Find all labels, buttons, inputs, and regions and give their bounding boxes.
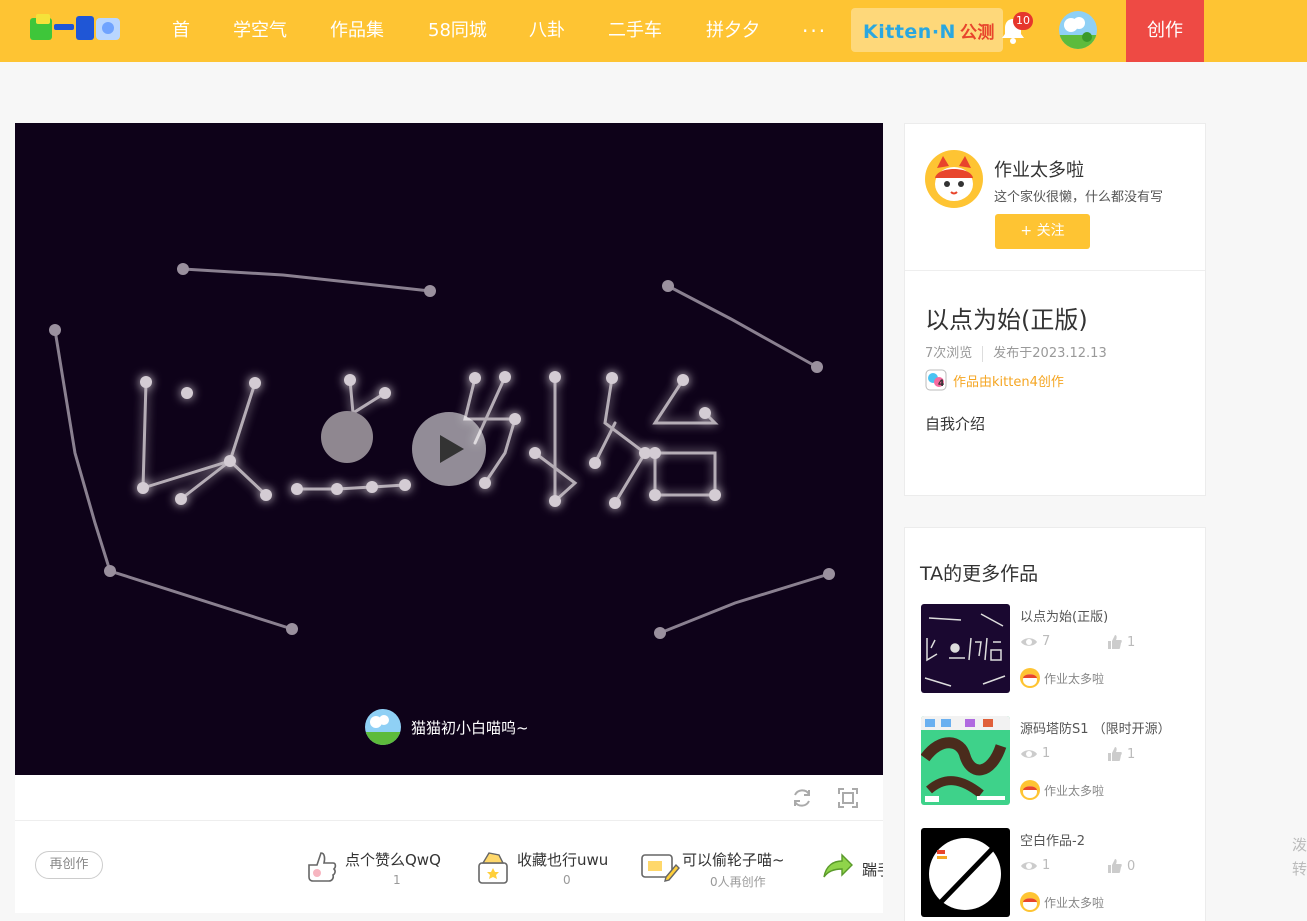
thumb-up-icon: [1108, 635, 1122, 649]
share-button[interactable]: 踹手手: [820, 845, 883, 895]
player-author-avatar: [365, 709, 401, 745]
work-title: 以点为始(正版): [925, 306, 1088, 334]
floating-side-tab[interactable]: 泼转: [1292, 833, 1307, 881]
kitten-n-banner[interactable]: Kitten·N 公测: [851, 8, 1003, 52]
fork-button[interactable]: 可以偷轮子喵~ 0人再创作: [640, 845, 810, 895]
thumb-up-icon: [1108, 859, 1122, 873]
made-with-kitten4[interactable]: 4 作品由kitten4创作: [925, 369, 1064, 391]
collect-label: 收藏也行uwu: [517, 851, 609, 869]
nav-more-button[interactable]: ···: [802, 0, 827, 62]
user-avatar[interactable]: [1059, 11, 1097, 49]
create-button[interactable]: 创作: [1126, 0, 1204, 62]
intro-heading: 自我介绍: [925, 415, 986, 433]
work-likes: 1: [1107, 746, 1135, 762]
share-icon: [820, 847, 856, 887]
like-icon: [303, 847, 339, 887]
top-nav: 首 学空气 作品集 58同城 八卦 二手车 拼夕夕 ··· Kitten·N 公测…: [0, 0, 1307, 62]
work-author-avatar: [1020, 668, 1040, 688]
play-icon: [440, 435, 464, 463]
work-name: 以点为始(正版): [1020, 610, 1109, 625]
publish-date: 发布于2023.12.13: [993, 346, 1107, 361]
nav-item-gossip[interactable]: 八卦: [529, 0, 565, 62]
nav-item-58city[interactable]: 58同城: [428, 0, 487, 62]
remake-button[interactable]: 再创作: [35, 851, 103, 879]
author-avatar[interactable]: [925, 150, 983, 208]
author-info-card: 作业太多啦 这个家伙很懒，什么都没有写 + 关注 以点为始(正版) 7次浏览 发布…: [904, 123, 1206, 496]
share-label: 踹手手: [862, 861, 883, 879]
work-likes: 0: [1107, 858, 1135, 874]
player-author-name: 猫猫初小白喵呜~: [411, 718, 529, 737]
like-count: 1: [393, 873, 401, 887]
kitten-n-label: Kitten·N 公测: [863, 21, 995, 43]
fullscreen-icon[interactable]: [837, 787, 859, 809]
notification-badge: 10: [1013, 12, 1033, 30]
work-player[interactable]: 猫猫初小白喵呜~: [15, 123, 883, 775]
work-thumbnail: [921, 828, 1010, 917]
fork-label: 可以偷轮子喵~: [682, 851, 785, 869]
work-views: 7: [1020, 634, 1050, 649]
eye-icon: [1021, 749, 1037, 758]
more-work-item[interactable]: 以点为始(正版) 7 1 作业太多啦: [921, 604, 1201, 694]
like-button[interactable]: 点个赞么QwQ 1: [303, 845, 463, 895]
nav-item-works[interactable]: 作品集: [330, 0, 384, 62]
like-label: 点个赞么QwQ: [345, 851, 441, 869]
work-meta: 7次浏览 发布于2023.12.13: [925, 342, 1107, 362]
work-author-avatar: [1020, 892, 1040, 912]
nav-item-pinxixi[interactable]: 拼夕夕: [706, 0, 760, 62]
follow-button[interactable]: + 关注: [995, 214, 1090, 249]
work-author: 作业太多啦: [1020, 780, 1104, 800]
fork-icon: [640, 847, 680, 887]
nav-item-learn[interactable]: 学空气: [233, 0, 287, 62]
view-count: 7次浏览: [925, 346, 973, 361]
work-actions-bar: 再创作 点个赞么QwQ 1 收藏也行uwu 0 可以偷轮子喵~ 0人再创作 踹: [15, 821, 883, 913]
play-button[interactable]: [412, 412, 486, 486]
eye-icon: [1021, 861, 1037, 870]
more-works-title: TA的更多作品: [920, 563, 1039, 585]
author-name[interactable]: 作业太多啦: [994, 156, 1084, 182]
nav-item-home[interactable]: 首: [172, 0, 190, 62]
restart-icon[interactable]: [791, 787, 813, 809]
kitten4-icon: 4: [925, 369, 947, 391]
more-work-item[interactable]: 空白作品-2 1 0 作业太多啦: [921, 828, 1201, 918]
work-views: 1: [1020, 858, 1050, 873]
work-name: 源码塔防S1 （限时开源）: [1020, 722, 1171, 737]
site-logo[interactable]: [28, 12, 126, 46]
collect-count: 0: [563, 873, 571, 887]
fork-count: 0人再创作: [710, 875, 766, 889]
player-author-chip[interactable]: 猫猫初小白喵呜~: [365, 709, 529, 745]
svg-text:4: 4: [938, 379, 944, 389]
more-works-card: TA的更多作品 以点为始(正版) 7 1 作业太多啦 源码塔防S1 （限时开源）…: [904, 527, 1206, 921]
work-author: 作业太多啦: [1020, 892, 1104, 912]
thumb-up-icon: [1108, 747, 1122, 761]
player-controls: [15, 775, 883, 821]
card-divider: [905, 270, 1205, 271]
work-likes: 1: [1107, 634, 1135, 650]
work-author: 作业太多啦: [1020, 668, 1104, 688]
tool-label: 作品由kitten4创作: [953, 374, 1064, 390]
work-thumbnail: [921, 716, 1010, 805]
author-bio: 这个家伙很懒，什么都没有写: [994, 190, 1164, 205]
more-work-item[interactable]: 源码塔防S1 （限时开源） 1 1 作业太多啦: [921, 716, 1201, 806]
work-author-avatar: [1020, 780, 1040, 800]
eye-icon: [1021, 637, 1037, 646]
collect-icon: [475, 847, 511, 887]
nav-item-used-car[interactable]: 二手车: [608, 0, 662, 62]
work-thumbnail: [921, 604, 1010, 693]
collect-button[interactable]: 收藏也行uwu 0: [475, 845, 635, 895]
work-name: 空白作品-2: [1020, 834, 1085, 849]
work-views: 1: [1020, 746, 1050, 761]
